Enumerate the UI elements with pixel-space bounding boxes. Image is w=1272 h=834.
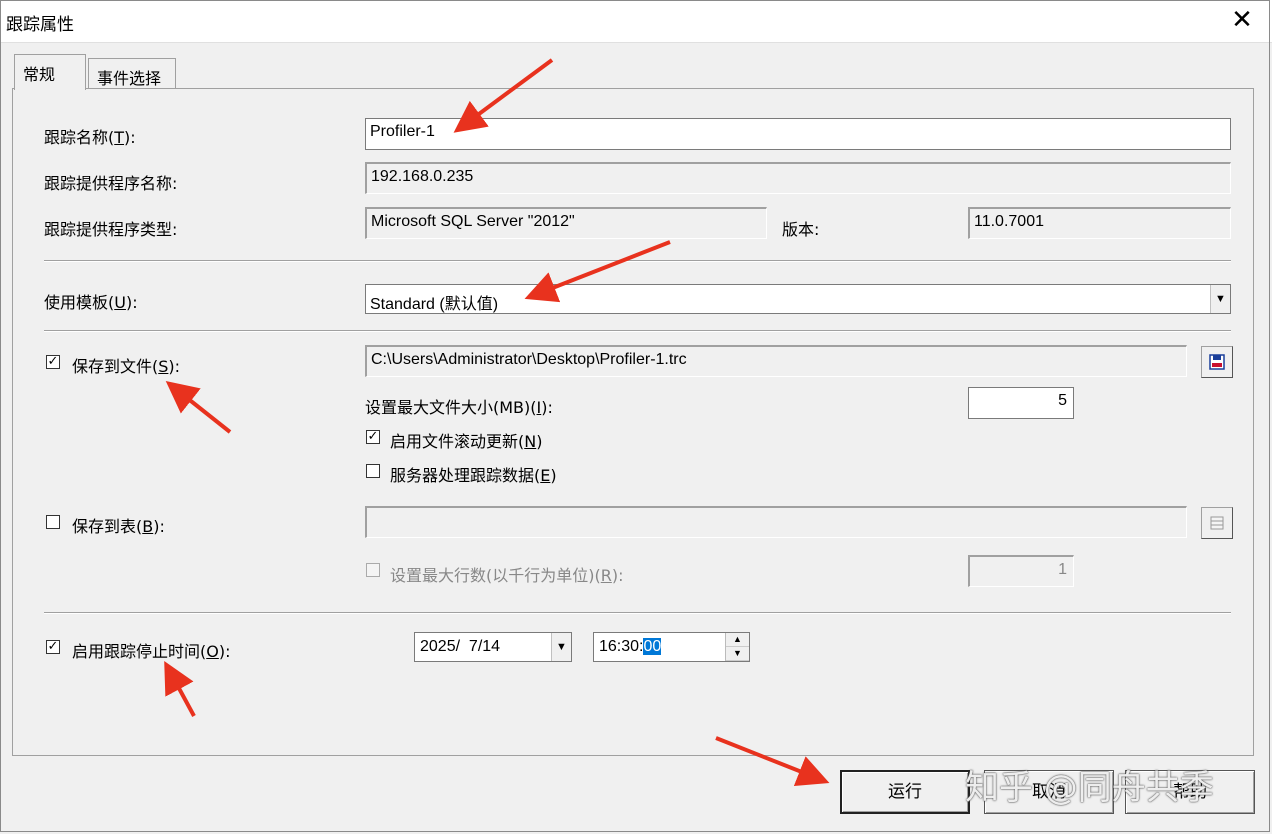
window-title: 跟踪属性 bbox=[6, 15, 74, 35]
file-rollover-checkbox[interactable]: ✓ bbox=[366, 430, 380, 444]
max-rows-checkbox bbox=[366, 563, 380, 577]
template-select[interactable]: Standard (默认值) ▼ bbox=[365, 284, 1231, 314]
stop-time-value: 16:30:00 bbox=[599, 638, 662, 655]
provider-name-field: 192.168.0.235 bbox=[365, 162, 1231, 194]
max-file-size-label: 设置最大文件大小(MB)(I): bbox=[365, 398, 553, 417]
run-button[interactable]: 运行 bbox=[840, 770, 970, 814]
browse-table-button[interactable] bbox=[1201, 507, 1233, 539]
version-label: 版本: bbox=[782, 220, 820, 239]
separator bbox=[44, 330, 1231, 332]
title-bar bbox=[0, 0, 1272, 43]
time-spinner[interactable]: ▲ ▼ bbox=[725, 633, 749, 661]
spin-up-icon[interactable]: ▲ bbox=[726, 633, 749, 647]
spin-down-icon[interactable]: ▼ bbox=[726, 647, 749, 661]
close-icon[interactable]: ✕ bbox=[1228, 6, 1256, 34]
separator bbox=[44, 260, 1231, 262]
browse-file-button[interactable] bbox=[1201, 346, 1233, 378]
table-icon bbox=[1210, 516, 1224, 530]
time-selected-segment: 00 bbox=[643, 638, 662, 655]
template-select-value: Standard (默认值) bbox=[370, 296, 499, 313]
stop-time-checkbox[interactable]: ✓ bbox=[46, 640, 60, 654]
server-process-checkbox[interactable] bbox=[366, 464, 380, 478]
provider-type-label: 跟踪提供程序类型: bbox=[44, 220, 178, 239]
file-rollover-label: 启用文件滚动更新(N) bbox=[390, 432, 543, 451]
save-to-table-checkbox[interactable] bbox=[46, 515, 60, 529]
tab-general-label: 常规 bbox=[23, 65, 56, 84]
version-field: 11.0.7001 bbox=[968, 207, 1231, 239]
trace-name-label: 跟踪名称(T): bbox=[44, 128, 136, 147]
max-rows-field: 1 bbox=[968, 555, 1074, 587]
trace-name-input[interactable]: Profiler-1 bbox=[365, 118, 1231, 150]
help-button[interactable]: 帮助 bbox=[1125, 770, 1255, 814]
stop-date-picker[interactable]: 2025/ 7/14 ▼ bbox=[414, 632, 572, 662]
chevron-down-icon[interactable]: ▼ bbox=[1210, 285, 1230, 313]
stop-time-label: 启用跟踪停止时间(O): bbox=[72, 642, 231, 661]
max-file-size-input[interactable]: 5 bbox=[968, 387, 1074, 419]
tab-general[interactable]: 常规 bbox=[14, 54, 86, 90]
save-to-table-label: 保存到表(B): bbox=[72, 517, 165, 536]
save-file-icon bbox=[1209, 354, 1225, 370]
save-to-file-label: 保存到文件(S): bbox=[72, 357, 181, 376]
tab-event-selection[interactable]: 事件选择 bbox=[88, 58, 176, 90]
file-path-field: C:\Users\Administrator\Desktop\Profiler-… bbox=[365, 345, 1187, 377]
chevron-down-icon[interactable]: ▼ bbox=[551, 633, 571, 661]
separator bbox=[44, 612, 1231, 614]
template-label: 使用模板(U): bbox=[44, 293, 138, 312]
table-field bbox=[365, 506, 1187, 538]
stop-date-value: 2025/ 7/14 bbox=[420, 638, 501, 655]
server-process-label: 服务器处理跟踪数据(E) bbox=[390, 466, 557, 485]
provider-name-label: 跟踪提供程序名称: bbox=[44, 174, 178, 193]
cancel-button[interactable]: 取消 bbox=[984, 770, 1114, 814]
stop-time-picker[interactable]: 16:30:00 ▲ ▼ bbox=[593, 632, 750, 662]
tab-event-selection-label: 事件选择 bbox=[97, 69, 162, 88]
max-rows-label: 设置最大行数(以千行为单位)(R): bbox=[390, 566, 624, 585]
provider-type-field: Microsoft SQL Server "2012" bbox=[365, 207, 767, 239]
save-to-file-checkbox[interactable]: ✓ bbox=[46, 355, 60, 369]
